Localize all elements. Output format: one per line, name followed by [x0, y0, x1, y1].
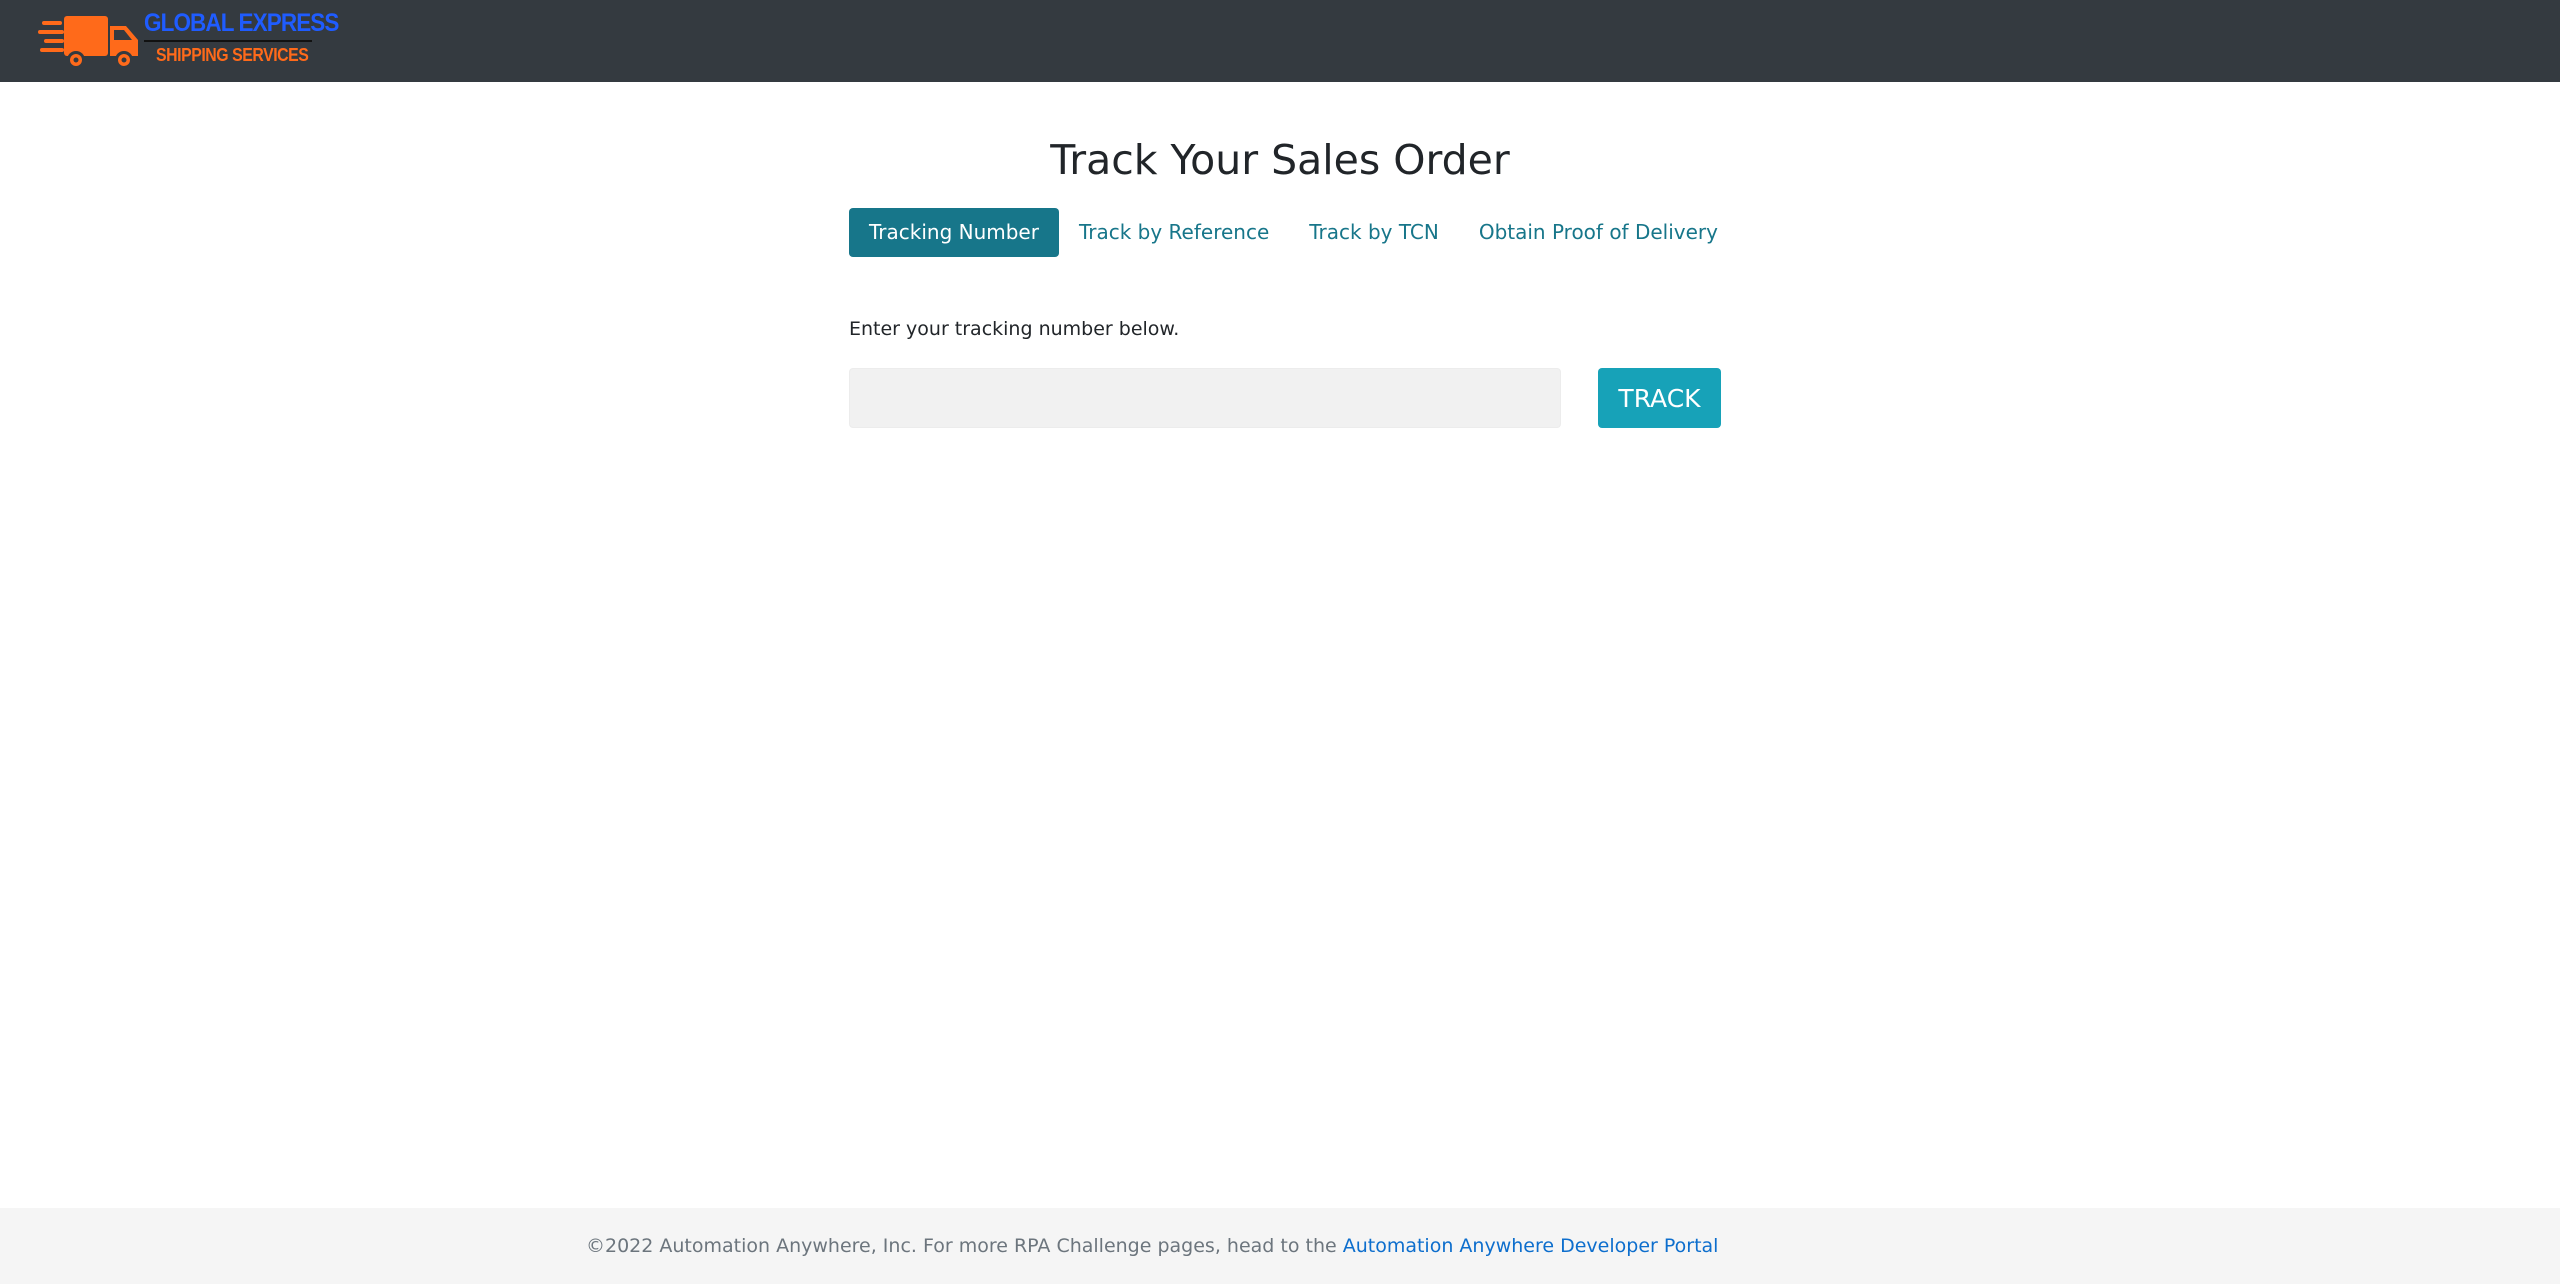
tracking-number-input[interactable] — [849, 368, 1561, 428]
footer-copyright: ©2022 Automation Anywhere, Inc. For more… — [586, 1208, 1718, 1284]
top-navbar: GLOBAL EXPRESS SHIPPING SERVICES — [0, 0, 2560, 82]
developer-portal-link[interactable]: Automation Anywhere Developer Portal — [1343, 1235, 1719, 1257]
tracking-tabs: Tracking Number Track by Reference Track… — [849, 208, 1738, 257]
page-title: Track Your Sales Order — [1050, 136, 1510, 184]
brand-logo[interactable]: GLOBAL EXPRESS SHIPPING SERVICES — [38, 8, 339, 74]
tab-track-by-reference[interactable]: Track by Reference — [1059, 208, 1289, 257]
delivery-truck-icon — [38, 16, 138, 69]
tracking-instructions: Enter your tracking number below. — [849, 318, 1180, 340]
brand-name: GLOBAL EXPRESS — [144, 9, 339, 37]
brand-tagline: SHIPPING SERVICES — [156, 45, 309, 65]
tab-tracking-number[interactable]: Tracking Number — [849, 208, 1059, 257]
tab-obtain-proof-of-delivery[interactable]: Obtain Proof of Delivery — [1459, 208, 1738, 257]
footer: ©2022 Automation Anywhere, Inc. For more… — [0, 1208, 2560, 1284]
footer-copyright-text: ©2022 Automation Anywhere, Inc. For more… — [586, 1235, 1343, 1257]
track-button[interactable]: TRACK — [1598, 368, 1721, 428]
brand-divider — [144, 40, 312, 42]
tab-track-by-tcn[interactable]: Track by TCN — [1289, 208, 1459, 257]
